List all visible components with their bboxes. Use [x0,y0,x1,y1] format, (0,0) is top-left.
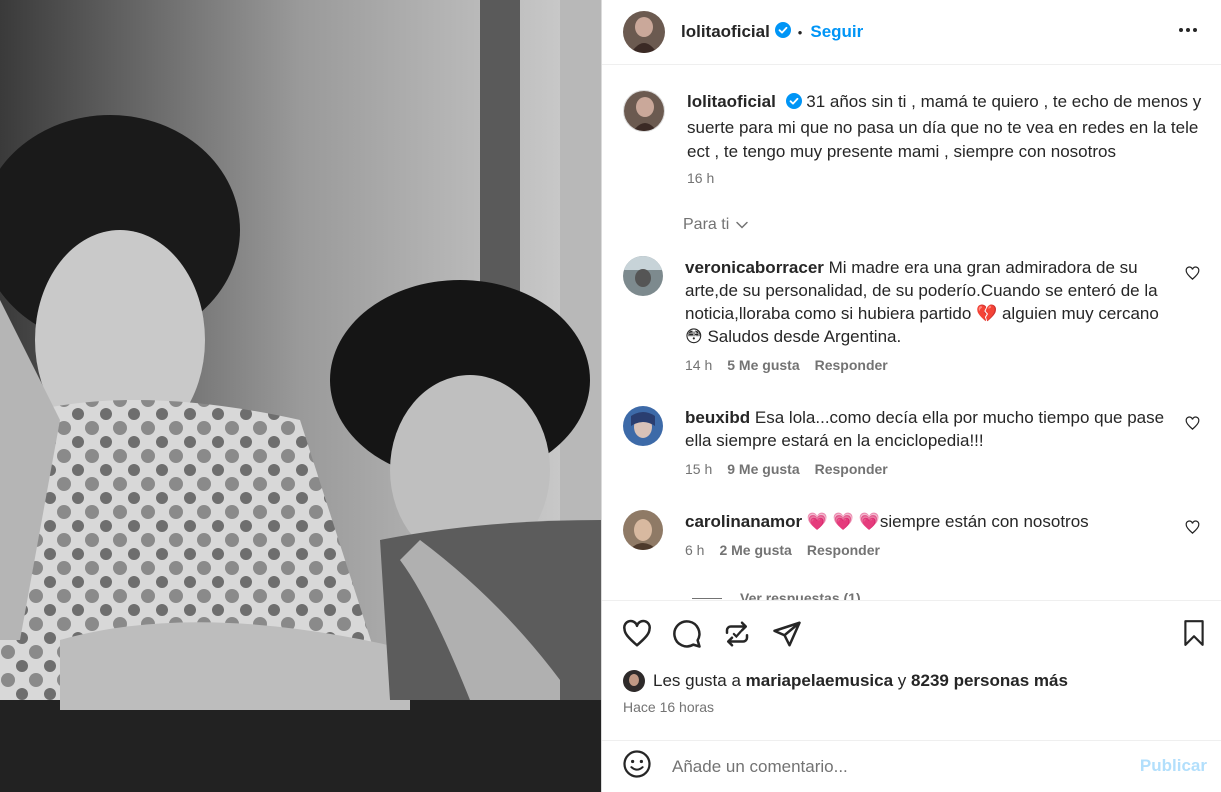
comment-like-count[interactable]: 2 Me gusta [719,542,791,558]
replies-divider-line [692,597,722,599]
comment-username[interactable]: beuxibd [685,408,750,427]
separator-dot: • [797,24,803,40]
comment-text: Saludos desde Argentina. [702,327,902,346]
post-caption: lolitaoficial 31 años sin ti , mamá te q… [623,90,1208,186]
post-actions: Les gusta a mariapelaemusica y 8239 pers… [602,600,1221,740]
commenter-avatar[interactable] [623,510,663,550]
comment-input[interactable] [672,756,1122,777]
comments-filter-dropdown[interactable]: Para ti [683,216,749,234]
filter-label: Para ti [683,216,730,233]
commenter-avatar[interactable] [623,406,663,446]
commenter-avatar[interactable] [623,256,663,296]
comment-item: carolinanamor 💗 💗 💗siempre están con nos… [623,510,1208,558]
caption-time: 16 h [687,170,715,186]
caption-body: lolitaoficial 31 años sin ti , mamá te q… [687,90,1207,186]
comment-meta: 6 h 2 Me gusta Responder [685,542,1175,558]
comment-text: alguien muy cercano [997,304,1159,323]
comments-section[interactable]: lolitaoficial 31 años sin ti , mamá te q… [602,66,1221,600]
post-details-panel: lolitaoficial • Seguir lolitaoficial 31 … [601,0,1221,792]
publish-button[interactable]: Publicar [1140,756,1207,776]
share-send-icon[interactable] [772,619,802,654]
reply-button[interactable]: Responder [807,542,880,558]
post-photo[interactable] [0,0,601,792]
view-replies-label: Ver respuestas (1) [740,590,861,600]
action-buttons [622,619,802,654]
comment-like-heart-icon[interactable] [1185,416,1200,436]
photo-image [0,0,601,792]
comment-text-block: beuxibd Esa lola...como decía ella por m… [685,406,1175,452]
likes-prefix: Les gusta a [653,671,741,690]
comment-body: carolinanamor 💗 💗 💗siempre están con nos… [685,510,1175,558]
likes-connector: y [897,671,907,690]
comment-time: 6 h [685,542,705,558]
more-options-icon[interactable] [1176,18,1200,47]
broken-heart-emoji: 💔 [976,304,998,323]
comment-like-heart-icon[interactable] [1185,520,1200,540]
comment-like-count[interactable]: 9 Me gusta [727,461,799,477]
comment-item: veronicaborracer Mi madre era una gran a… [623,256,1208,373]
verified-badge-icon [774,21,791,43]
add-comment-bar: Publicar [602,740,1221,792]
comment-item: beuxibd Esa lola...como decía ella por m… [623,406,1208,477]
comment-text-block: carolinanamor 💗 💗 💗siempre están con nos… [685,510,1175,533]
comment-body: veronicaborracer Mi madre era una gran a… [685,256,1175,373]
post-timestamp[interactable]: Hace 16 horas [623,699,714,715]
liker-avatar[interactable] [623,670,645,692]
comment-text: Esa lola...como decía ella por mucho tie… [685,408,1165,450]
comment-bubble-icon[interactable] [672,619,702,654]
caption-username[interactable]: lolitaoficial [687,92,776,111]
comment-like-heart-icon[interactable] [1185,266,1200,286]
instagram-post: lolitaoficial • Seguir lolitaoficial 31 … [0,0,1221,792]
comment-like-count[interactable]: 5 Me gusta [727,357,799,373]
caption-author-avatar[interactable] [623,90,665,132]
comment-time: 14 h [685,357,713,373]
comment-time: 15 h [685,461,713,477]
view-replies-button[interactable]: Ver respuestas (1) [692,590,861,600]
liker-username[interactable]: mariapelaemusica [746,671,893,691]
repost-icon[interactable] [722,619,752,654]
comment-meta: 14 h 5 Me gusta Responder [685,357,1175,373]
reply-button[interactable]: Responder [815,461,888,477]
save-bookmark-icon[interactable] [1181,619,1207,652]
follow-button[interactable]: Seguir [810,22,863,42]
heart-emojis: 💗 💗 💗 [806,512,880,531]
flushed-face-emoji: 😳 [685,327,703,346]
comment-text-block: veronicaborracer Mi madre era una gran a… [685,256,1175,348]
comment-username[interactable]: carolinanamor [685,512,802,531]
comment-meta: 15 h 9 Me gusta Responder [685,461,1175,477]
reply-button[interactable]: Responder [815,357,888,373]
emoji-picker-icon[interactable] [622,749,652,784]
author-avatar[interactable] [623,11,665,53]
verified-badge-icon [785,92,802,116]
likes-summary: Les gusta a mariapelaemusica y 8239 pers… [623,670,1068,692]
comment-username[interactable]: veronicaborracer [685,258,824,277]
post-header: lolitaoficial • Seguir [602,0,1221,65]
comment-body: beuxibd Esa lola...como decía ella por m… [685,406,1175,477]
like-heart-icon[interactable] [622,619,652,654]
comment-text: siempre están con nosotros [879,512,1089,531]
chevron-down-icon [736,221,748,229]
likes-count[interactable]: 8239 personas más [911,671,1068,691]
author-username[interactable]: lolitaoficial [681,22,770,42]
caption-text-block: lolitaoficial 31 años sin ti , mamá te q… [687,90,1207,164]
